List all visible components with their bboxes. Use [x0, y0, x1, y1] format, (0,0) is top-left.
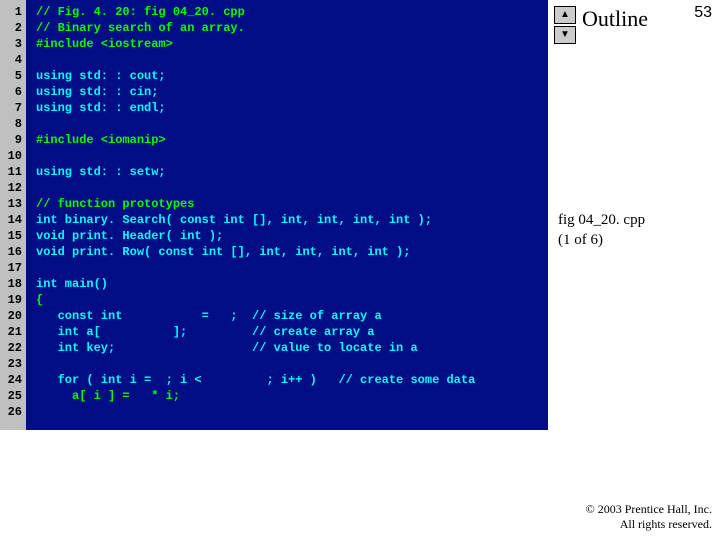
line-number: 9: [0, 132, 22, 148]
code-line: a[ i ] = * i;: [36, 388, 548, 404]
line-number: 19: [0, 292, 22, 308]
code-line: [36, 52, 548, 68]
code-line: [36, 356, 548, 372]
code-line: #include <iostream>: [36, 36, 548, 52]
code-line: int a[ ]; // create array a: [36, 324, 548, 340]
line-number: 3: [0, 36, 22, 52]
code-line: const int = ; // size of array a: [36, 308, 548, 324]
line-number: 21: [0, 324, 22, 340]
code-line: using std: : cout;: [36, 68, 548, 84]
copyright-line1: © 2003 Prentice Hall, Inc.: [586, 502, 712, 516]
code-line: int key; // value to locate in a: [36, 340, 548, 356]
code-line: using std: : endl;: [36, 100, 548, 116]
line-number: 25: [0, 388, 22, 404]
line-number: 7: [0, 100, 22, 116]
line-number: 20: [0, 308, 22, 324]
line-number: 4: [0, 52, 22, 68]
line-number: 24: [0, 372, 22, 388]
line-number: 17: [0, 260, 22, 276]
line-number: 12: [0, 180, 22, 196]
line-number: 13: [0, 196, 22, 212]
line-number: 23: [0, 356, 22, 372]
line-number: 16: [0, 244, 22, 260]
code-line: #include <iomanip>: [36, 132, 548, 148]
arrow-up-icon[interactable]: ▲: [554, 6, 576, 24]
line-number: 8: [0, 116, 22, 132]
code-area: 1234567891011121314151617181920212223242…: [0, 0, 548, 430]
code-line: using std: : setw;: [36, 164, 548, 180]
arrow-down-icon[interactable]: ▼: [554, 26, 576, 44]
line-number: 18: [0, 276, 22, 292]
code-line: [36, 180, 548, 196]
line-number: 22: [0, 340, 22, 356]
slide: 1234567891011121314151617181920212223242…: [0, 0, 720, 540]
code-line: [36, 116, 548, 132]
line-number-gutter: 1234567891011121314151617181920212223242…: [0, 0, 26, 430]
nav-arrows: ▲ ▼: [554, 6, 576, 46]
code-line: // Binary search of an array.: [36, 20, 548, 36]
code-line: [36, 260, 548, 276]
line-number: 11: [0, 164, 22, 180]
code-line: int binary. Search( const int [], int, i…: [36, 212, 548, 228]
line-number: 6: [0, 84, 22, 100]
line-number: 5: [0, 68, 22, 84]
code-line: for ( int i = ; i < ; i++ ) // create so…: [36, 372, 548, 388]
copyright: © 2003 Prentice Hall, Inc. All rights re…: [586, 502, 712, 532]
copyright-line2: All rights reserved.: [620, 517, 712, 531]
line-number: 2: [0, 20, 22, 36]
code-listing: // Fig. 4. 20: fig 04_20. cpp// Binary s…: [26, 0, 548, 430]
figure-label-line2: (1 of 6): [558, 232, 603, 248]
line-number: 10: [0, 148, 22, 164]
page-number: 53: [694, 4, 712, 22]
code-line: using std: : cin;: [36, 84, 548, 100]
code-line: {: [36, 292, 548, 308]
right-pane: ▲ ▼ Outline 53 fig 04_20. cpp (1 of 6): [548, 0, 720, 540]
line-number: 15: [0, 228, 22, 244]
line-number: 1: [0, 4, 22, 20]
code-line: [36, 404, 548, 420]
code-line: [36, 148, 548, 164]
outline-heading: Outline: [582, 6, 648, 32]
code-line: void print. Header( int );: [36, 228, 548, 244]
code-line: // Fig. 4. 20: fig 04_20. cpp: [36, 4, 548, 20]
code-line: void print. Row( const int [], int, int,…: [36, 244, 548, 260]
line-number: 26: [0, 404, 22, 420]
line-number: 14: [0, 212, 22, 228]
figure-label: fig 04_20. cpp (1 of 6): [558, 210, 645, 250]
code-line: // function prototypes: [36, 196, 548, 212]
figure-label-line1: fig 04_20. cpp: [558, 212, 645, 228]
code-line: int main(): [36, 276, 548, 292]
